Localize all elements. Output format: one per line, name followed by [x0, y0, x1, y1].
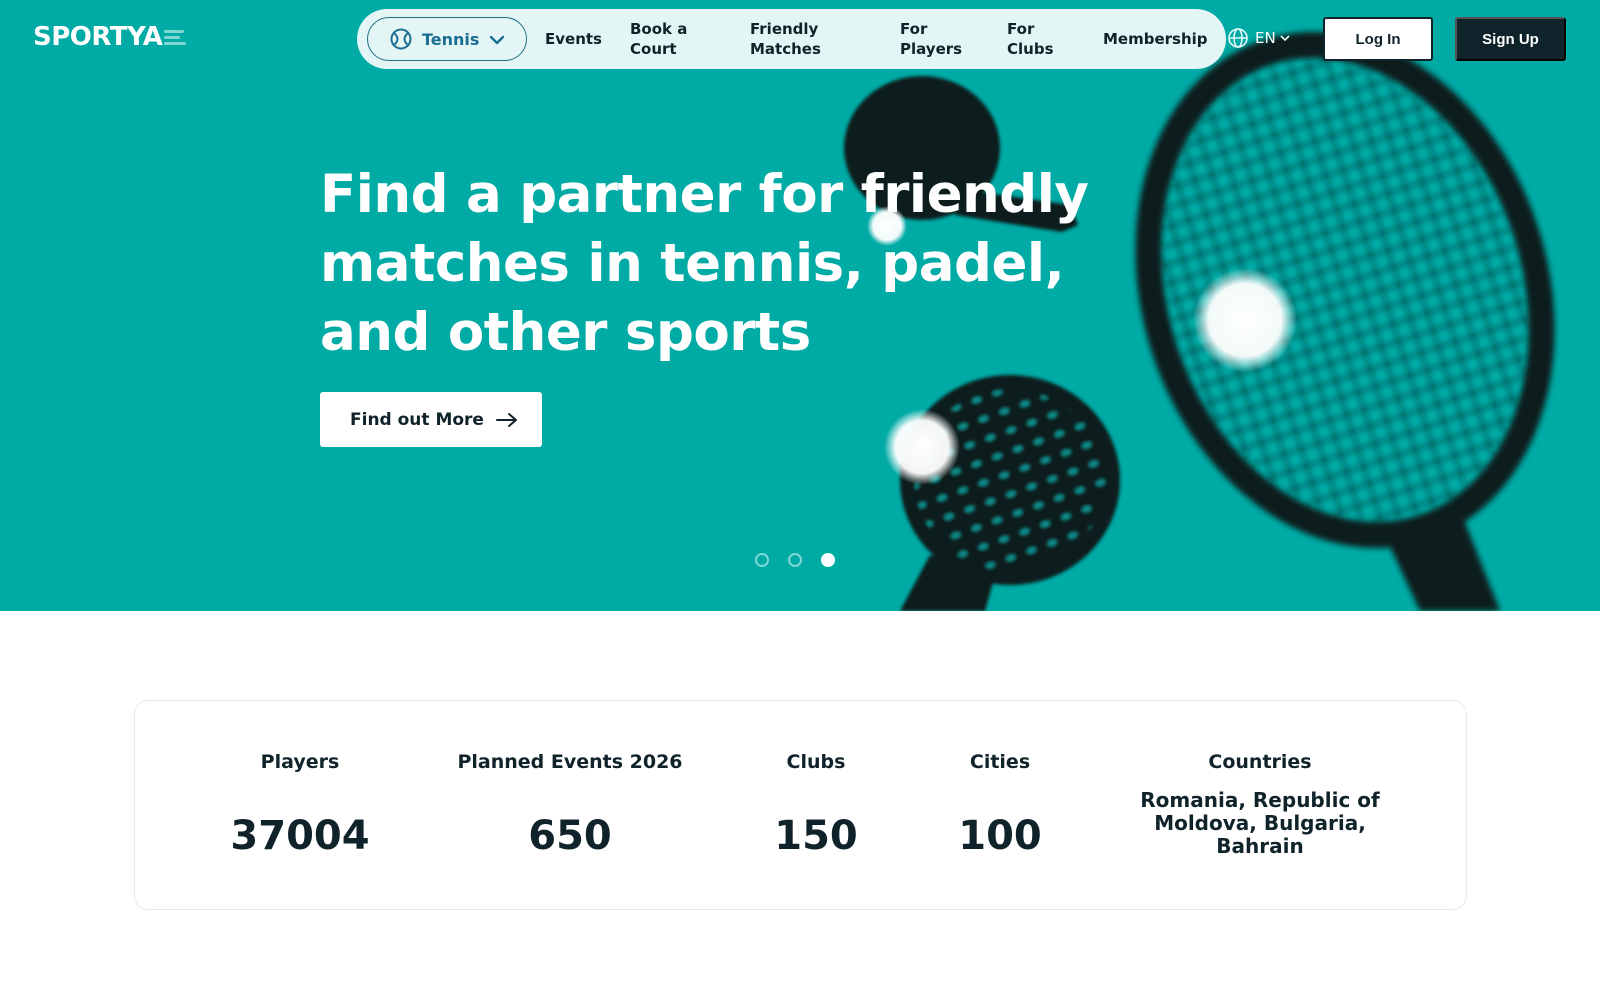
main-nav: Tennis Events Book a Court Friendly Matc… [357, 9, 1226, 69]
logo-text: SPORTYA [33, 22, 163, 52]
stat-value: Romania, Republic of Moldova, Bulgaria, … [1140, 788, 1380, 858]
nav-for-players[interactable]: For Players [900, 19, 970, 59]
carousel-dots [755, 553, 835, 567]
find-out-more-label: Find out More [350, 409, 484, 430]
carousel-dot[interactable] [755, 553, 769, 567]
chevron-down-icon [489, 35, 505, 45]
stat-value: 37004 [230, 813, 370, 859]
nav-membership[interactable]: Membership [1103, 29, 1208, 49]
stat-value: 650 [528, 813, 612, 859]
stat-value: 100 [958, 813, 1042, 859]
arrow-right-icon [495, 412, 517, 427]
find-out-more-button[interactable]: Find out More [320, 392, 542, 447]
signup-button[interactable]: Sign Up [1455, 17, 1566, 61]
carousel-dot[interactable] [788, 553, 802, 567]
chevron-down-icon [1280, 35, 1290, 42]
stat-label: Players [260, 751, 340, 773]
stat-label: Cities [969, 751, 1031, 773]
nav-for-clubs[interactable]: For Clubs [1007, 19, 1067, 59]
hero-banner: SPORTYA Tennis Events Book a Court Frien… [0, 0, 1600, 611]
language-selector[interactable]: EN [1227, 27, 1291, 49]
sport-selector[interactable]: Tennis [367, 17, 527, 61]
nav-friendly-matches[interactable]: Friendly Matches [750, 19, 860, 59]
language-code: EN [1255, 29, 1276, 47]
hero-title: Find a partner for friendly matches in t… [320, 164, 1089, 363]
stat-label: Countries [1208, 751, 1312, 773]
tennis-ball-icon [390, 28, 412, 50]
nav-events[interactable]: Events [545, 29, 602, 49]
sport-selector-value: Tennis [422, 29, 480, 49]
login-button[interactable]: Log In [1323, 17, 1433, 61]
stat-value: 150 [774, 813, 858, 859]
logo-speed-lines [164, 29, 187, 45]
stat-label: Planned Events 2026 [457, 751, 683, 773]
nav-book-court[interactable]: Book a Court [630, 19, 710, 59]
carousel-dot-active[interactable] [821, 553, 835, 567]
stat-label: Clubs [786, 751, 846, 773]
globe-icon [1228, 28, 1248, 48]
stats-panel: Players 37004 Planned Events 2026 650 Cl… [134, 700, 1467, 910]
sportya-logo[interactable]: SPORTYA [33, 22, 187, 52]
